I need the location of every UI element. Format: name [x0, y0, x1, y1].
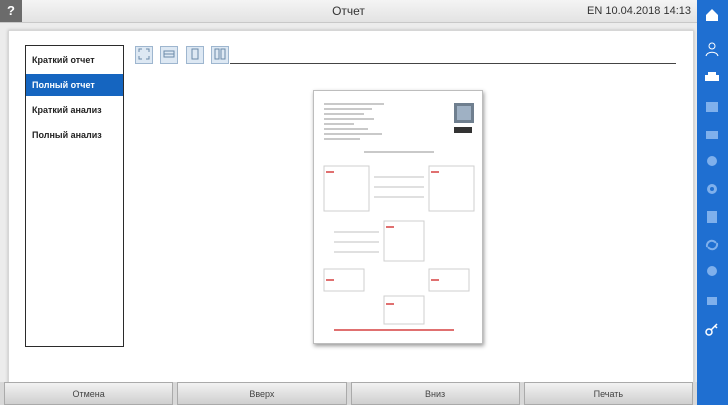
scroll-up-button[interactable]: Вверх	[177, 382, 347, 405]
sync-icon[interactable]	[703, 236, 721, 254]
report-type-menu: Краткий отчет Полный отчет Краткий анали…	[25, 45, 124, 347]
cancel-button[interactable]: Отмена	[4, 382, 174, 405]
document-icon[interactable]	[703, 126, 721, 144]
toolbar-separator	[230, 63, 676, 64]
footer-bar: Отмена Вверх Вниз Печать	[0, 382, 697, 405]
right-sidebar	[697, 0, 728, 405]
menu-item-short-analysis[interactable]: Краткий анализ	[26, 99, 123, 121]
report-preview[interactable]	[313, 90, 483, 344]
zoom-width-icon[interactable]	[160, 46, 179, 64]
page-single-icon[interactable]	[185, 46, 204, 64]
menu-item-full-report[interactable]: Полный отчет	[26, 74, 123, 96]
home-icon[interactable]	[703, 6, 721, 24]
page-double-icon[interactable]	[211, 46, 230, 64]
scroll-down-button[interactable]: Вниз	[350, 382, 520, 405]
list-icon[interactable]	[703, 98, 721, 116]
gear-icon[interactable]	[703, 180, 721, 198]
report-icon[interactable]	[703, 208, 721, 226]
menu-item-short-report[interactable]: Краткий отчет	[26, 49, 123, 71]
preview-toolbar	[135, 46, 232, 64]
key-icon[interactable]	[703, 320, 721, 338]
globe-icon[interactable]	[703, 262, 721, 280]
settings-icon[interactable]	[703, 152, 721, 170]
title-bar: ? Отчет EN 10.04.2018 14:13	[0, 0, 697, 23]
print-button[interactable]: Печать	[523, 382, 693, 405]
status-text: EN 10.04.2018 14:13	[587, 5, 691, 17]
menu-item-full-analysis[interactable]: Полный анализ	[26, 124, 123, 146]
user-icon[interactable]	[703, 40, 721, 58]
print-icon[interactable]	[703, 292, 721, 310]
zoom-fit-icon[interactable]	[135, 46, 153, 64]
car-icon[interactable]	[703, 68, 721, 86]
